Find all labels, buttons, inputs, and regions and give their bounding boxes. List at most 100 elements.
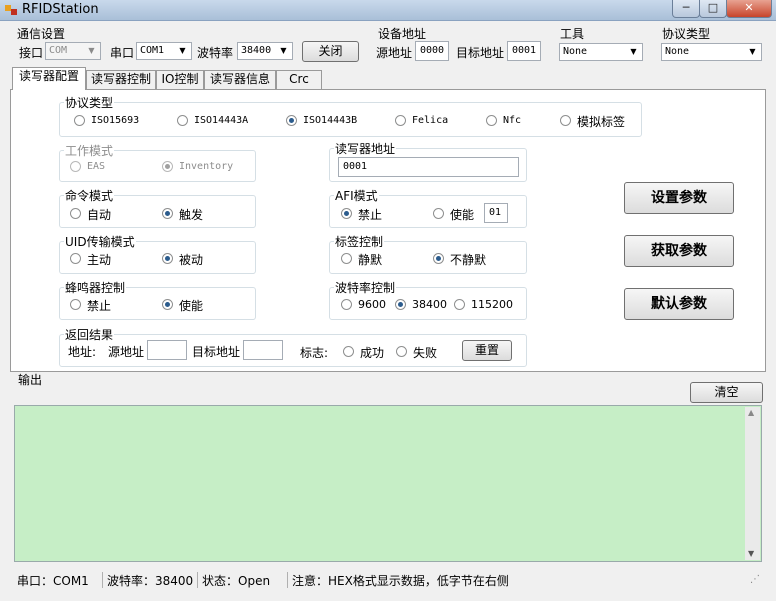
radio-label-baud-38400: 38400 bbox=[412, 298, 447, 311]
radio-success[interactable] bbox=[343, 346, 354, 357]
status-baud: 波特率：38400 bbox=[107, 574, 194, 588]
radio-label-nfc: Nfc bbox=[503, 115, 522, 126]
radio-baud-115200[interactable] bbox=[454, 299, 465, 310]
src-addr-value: 0000 bbox=[420, 45, 445, 56]
baud-label: 波特率 bbox=[197, 46, 234, 60]
status-separator bbox=[287, 572, 288, 588]
radio-label-iso14443a: ISO14443A bbox=[194, 115, 249, 126]
tab-reader-control[interactable]: 读写器控制 bbox=[86, 70, 156, 89]
tab-reader-config[interactable]: 读写器配置 bbox=[12, 67, 86, 90]
port-select[interactable]: COM ▼ bbox=[45, 42, 101, 60]
scroll-down-icon[interactable]: ▼ bbox=[748, 549, 754, 558]
radio-baud-38400[interactable] bbox=[395, 299, 406, 310]
scroll-up-icon[interactable]: ▲ bbox=[748, 408, 754, 417]
tab-crc[interactable]: Crc bbox=[276, 70, 322, 89]
default-params-button[interactable]: 默认参数 bbox=[624, 288, 734, 320]
serial-label: 串口 bbox=[110, 46, 135, 60]
chevron-down-icon: ▼ bbox=[630, 47, 637, 56]
buzzer-group-title: 蜂鸣器控制 bbox=[64, 279, 127, 296]
get-params-button[interactable]: 获取参数 bbox=[624, 235, 734, 267]
tools-group-title: 工具 bbox=[560, 27, 585, 41]
maximize-button[interactable]: □ bbox=[699, 0, 727, 18]
radio-iso15693[interactable] bbox=[74, 115, 85, 126]
tag-ctrl-group-title: 标签控制 bbox=[334, 233, 385, 250]
status-bar: 串口：COM1 波特率：38400 状态：Open 注意：HEX格式显示数据，低… bbox=[10, 570, 766, 590]
radio-label-afi-enable: 使能 bbox=[450, 208, 475, 222]
radio-buzzer-disable[interactable] bbox=[70, 299, 81, 310]
tab-io-control[interactable]: IO控制 bbox=[156, 70, 204, 89]
radio-not-quiet[interactable] bbox=[433, 253, 444, 264]
status-state: 状态：Open bbox=[202, 574, 271, 588]
output-scrollbar[interactable]: ▲ ▼ bbox=[745, 407, 760, 560]
chevron-down-icon: ▼ bbox=[749, 47, 756, 56]
radio-inventory[interactable] bbox=[162, 161, 173, 172]
status-note: 注意：HEX格式显示数据，低字节在右侧 bbox=[292, 574, 509, 588]
close-window-button[interactable]: ✕ bbox=[726, 0, 772, 18]
radio-label-inventory: Inventory bbox=[179, 161, 234, 172]
radio-eas[interactable] bbox=[70, 161, 81, 172]
radio-label-not-quiet: 不静默 bbox=[450, 253, 487, 267]
protocol-top-select-value: None bbox=[665, 46, 690, 57]
radio-quiet[interactable] bbox=[341, 253, 352, 264]
reader-addr-value: 0001 bbox=[343, 161, 368, 172]
radio-nfc[interactable] bbox=[486, 115, 497, 126]
tab-reader-info[interactable]: 读写器信息 bbox=[204, 70, 276, 89]
resize-grip-icon[interactable]: ⋰ bbox=[750, 574, 760, 585]
close-port-button[interactable]: 关闭 bbox=[302, 41, 359, 62]
reader-addr-input[interactable]: 0001 bbox=[338, 157, 519, 177]
result-flag-label: 标志: bbox=[300, 346, 329, 360]
radio-baud-9600[interactable] bbox=[341, 299, 352, 310]
src-addr-input[interactable]: 0000 bbox=[415, 41, 449, 61]
clear-button[interactable]: 清空 bbox=[690, 382, 763, 403]
radio-label-felica: Felica bbox=[412, 115, 449, 126]
dst-addr-value: 0001 bbox=[512, 45, 537, 56]
radio-label-iso14443b: ISO14443B bbox=[303, 115, 358, 126]
radio-label-fail: 失败 bbox=[413, 346, 438, 360]
radio-auto[interactable] bbox=[70, 208, 81, 219]
baud-ctrl-group-title: 波特率控制 bbox=[334, 279, 397, 296]
result-src-label: 源地址 bbox=[108, 345, 145, 359]
radio-label-active: 主动 bbox=[87, 253, 112, 267]
radio-passive[interactable] bbox=[162, 253, 173, 264]
radio-iso14443a[interactable] bbox=[177, 115, 188, 126]
src-addr-label: 源地址 bbox=[376, 46, 413, 60]
set-params-button[interactable]: 设置参数 bbox=[624, 182, 734, 214]
baud-select-value: 38400 bbox=[241, 45, 272, 56]
uid-mode-group-title: UID传输模式 bbox=[64, 233, 136, 250]
dst-addr-label: 目标地址 bbox=[456, 46, 505, 60]
radio-label-afi-disable: 禁止 bbox=[358, 208, 383, 222]
radio-active[interactable] bbox=[70, 253, 81, 264]
radio-felica[interactable] bbox=[395, 115, 406, 126]
chevron-down-icon: ▼ bbox=[280, 46, 287, 55]
radio-iso14443b[interactable] bbox=[286, 115, 297, 126]
output-textarea[interactable] bbox=[14, 405, 762, 562]
reader-addr-group-title: 读写器地址 bbox=[334, 140, 397, 157]
reset-button[interactable]: 重置 bbox=[462, 340, 512, 361]
minimize-button[interactable]: ─ bbox=[672, 0, 700, 18]
radio-afi-enable[interactable] bbox=[433, 208, 444, 219]
baud-select[interactable]: 38400 ▼ bbox=[237, 42, 293, 60]
afi-value: 01 bbox=[489, 207, 502, 218]
radio-fail[interactable] bbox=[396, 346, 407, 357]
protocol-top-select[interactable]: None ▼ bbox=[661, 43, 762, 61]
radio-trigger[interactable] bbox=[162, 208, 173, 219]
dst-addr-input[interactable]: 0001 bbox=[507, 41, 541, 61]
chevron-down-icon: ▼ bbox=[179, 46, 186, 55]
radio-buzzer-enable[interactable] bbox=[162, 299, 173, 310]
port-label: 接口 bbox=[19, 46, 44, 60]
result-dst-input[interactable] bbox=[243, 340, 283, 360]
result-src-input[interactable] bbox=[147, 340, 187, 360]
tools-select[interactable]: None ▼ bbox=[559, 43, 643, 61]
radio-label-iso15693: ISO15693 bbox=[91, 115, 140, 126]
result-dst-label: 目标地址 bbox=[192, 345, 241, 359]
work-mode-group-title: 工作模式 bbox=[64, 142, 115, 159]
serial-select[interactable]: COM1 ▼ bbox=[136, 42, 192, 60]
afi-value-input[interactable]: 01 bbox=[484, 203, 508, 223]
radio-label-trigger: 触发 bbox=[179, 208, 204, 222]
radio-afi-disable[interactable] bbox=[341, 208, 352, 219]
radio-label-passive: 被动 bbox=[179, 253, 204, 267]
serial-select-value: COM1 bbox=[140, 45, 165, 56]
radio-simulated-tag[interactable] bbox=[560, 115, 571, 126]
radio-label-auto: 自动 bbox=[87, 208, 112, 222]
protocol-group-title: 协议类型 bbox=[64, 94, 115, 111]
